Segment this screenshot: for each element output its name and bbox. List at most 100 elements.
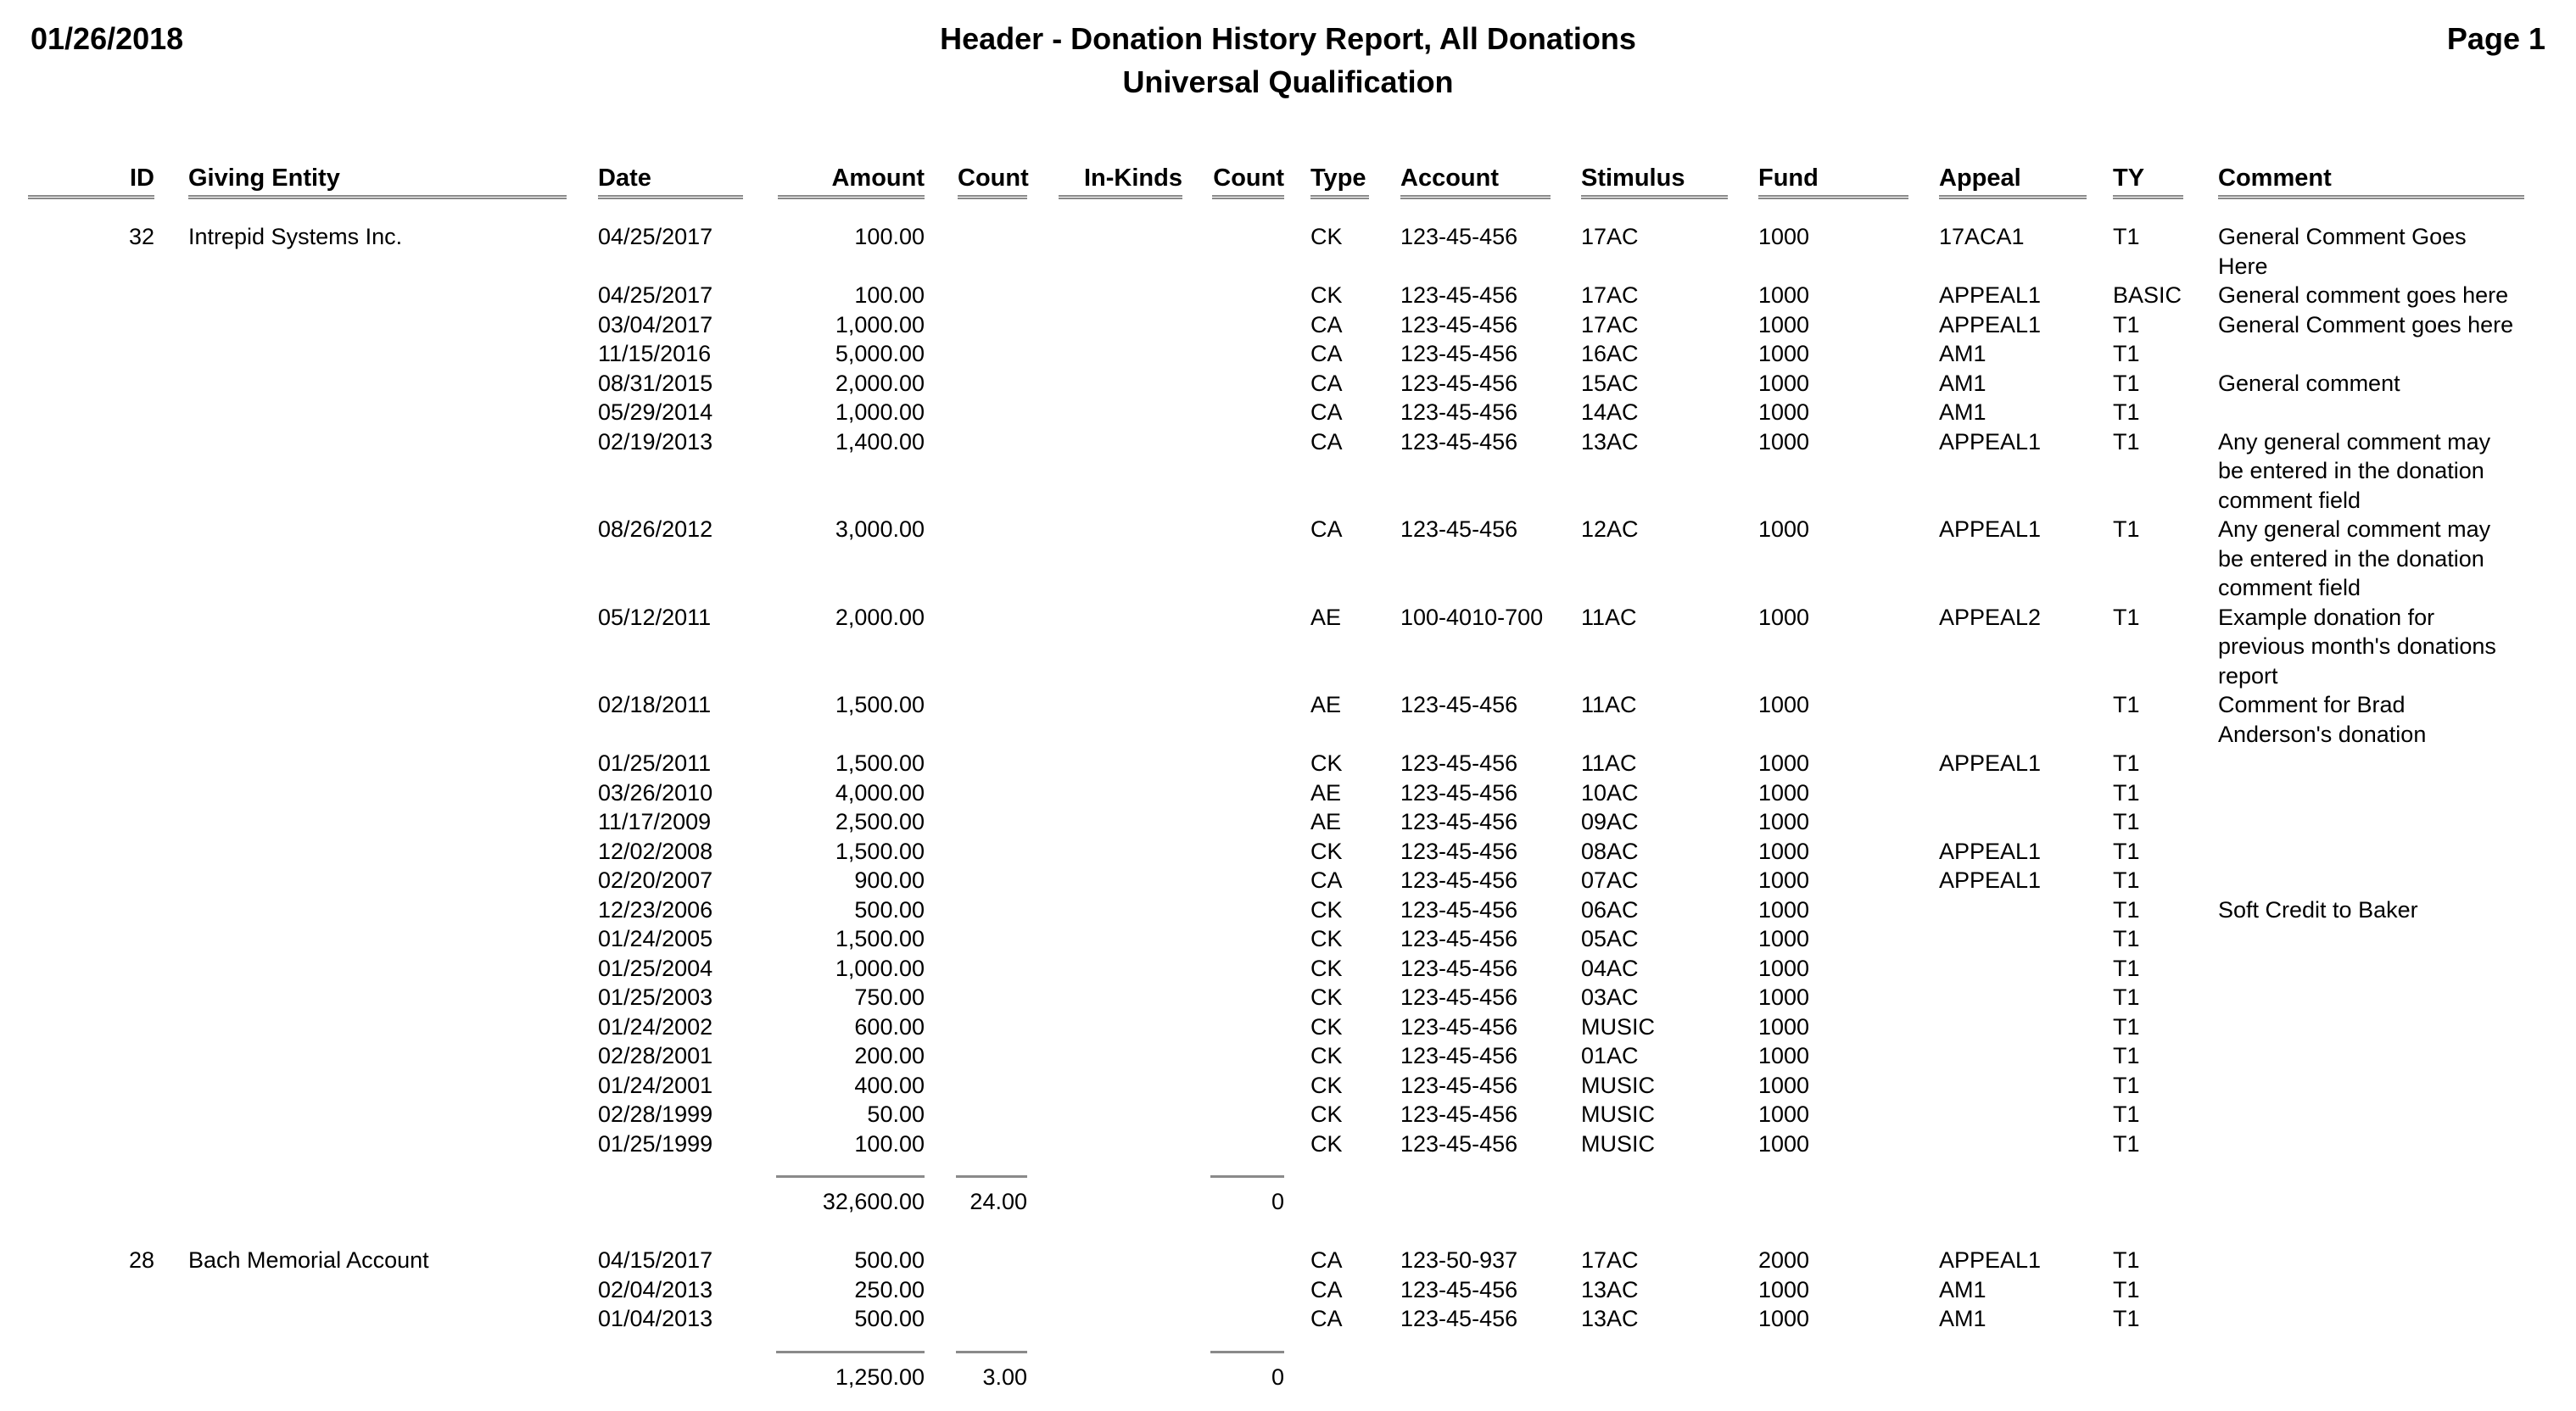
donation-stimulus: MUSIC [1581, 1130, 1655, 1157]
donation-date: 03/04/2017 [598, 311, 713, 337]
column-header-ty-label: TY [2113, 165, 2145, 192]
donation-account: 123-45-456 [1400, 1276, 1518, 1302]
donation-amount: 1,000.00 [835, 399, 925, 425]
donation-account: 123-45-456 [1400, 282, 1518, 308]
donation-ty: T1 [2113, 604, 2140, 630]
donation-account: 123-45-456 [1400, 224, 1518, 249]
donation-type: CK [1310, 1130, 1343, 1157]
subtotal-line-count [956, 1350, 1027, 1353]
donation-comment-line: report [2218, 662, 2278, 689]
column-header-appeal: Appeal [1939, 164, 2087, 199]
donation-appeal: APPEAL1 [1939, 867, 2042, 893]
donation-amount: 1,500.00 [835, 750, 925, 776]
subtotal-line-in-kinds-count [1210, 1350, 1284, 1353]
column-header-amount: Amount [778, 164, 925, 199]
donation-fund: 1000 [1758, 926, 1810, 951]
donation-date: 08/26/2012 [598, 516, 713, 542]
column-header-in-kinds-label: In-Kinds [1084, 165, 1182, 192]
donation-ty: T1 [2113, 341, 2140, 366]
donation-amount: 1,400.00 [835, 428, 925, 455]
donation-stimulus: 17AC [1581, 282, 1639, 308]
donation-fund: 1000 [1758, 370, 1810, 396]
donation-ty: T1 [2113, 955, 2140, 981]
subtotal-count: 24.00 [969, 1189, 1027, 1214]
donation-fund: 1000 [1758, 779, 1810, 806]
subtotal-line-amount [776, 1350, 925, 1353]
donation-type: CA [1310, 428, 1343, 455]
donation-comment-line: General comment [2218, 370, 2400, 396]
donation-date: 01/25/2003 [598, 984, 713, 1010]
donation-date: 01/25/1999 [598, 1130, 713, 1157]
donation-ty: T1 [2113, 1130, 2140, 1157]
column-header-type-label: Type [1310, 165, 1366, 192]
column-header-comment-label: Comment [2218, 165, 2332, 192]
column-header-fund: Fund [1758, 164, 1908, 199]
donation-ty: T1 [2113, 1306, 2140, 1331]
donation-date: 12/02/2008 [598, 838, 713, 864]
donation-fund: 1000 [1758, 1276, 1810, 1302]
donation-comment-line: previous month's donations [2218, 633, 2496, 659]
donation-account: 123-45-456 [1400, 399, 1518, 425]
column-header-date-label: Date [598, 165, 651, 192]
column-header-in-kinds-count-label: Count [1213, 165, 1284, 192]
donation-fund: 1000 [1758, 224, 1810, 249]
column-header-id: ID [28, 164, 154, 199]
donation-account: 123-45-456 [1400, 779, 1518, 806]
donation-account: 123-45-456 [1400, 341, 1518, 366]
donation-type: AE [1310, 692, 1342, 717]
donation-account: 123-45-456 [1400, 955, 1518, 981]
donation-fund: 1000 [1758, 399, 1810, 425]
donation-account: 123-45-456 [1400, 1306, 1518, 1331]
donation-amount: 1,000.00 [835, 955, 925, 981]
donation-type: CK [1310, 896, 1343, 923]
donation-stimulus: MUSIC [1581, 1101, 1655, 1127]
donation-type: CA [1310, 516, 1343, 542]
donation-type: CA [1310, 1247, 1343, 1273]
donation-account: 123-45-456 [1400, 311, 1518, 337]
donation-appeal: APPEAL1 [1939, 282, 2042, 308]
donation-comment-line: Any general comment may [2218, 516, 2491, 542]
column-header-fund-label: Fund [1758, 165, 1819, 192]
donation-ty: T1 [2113, 516, 2140, 542]
donation-fund: 1000 [1758, 1043, 1810, 1068]
column-header-type: Type [1310, 164, 1369, 199]
donation-amount: 250.00 [854, 1276, 925, 1302]
donation-amount: 2,500.00 [835, 809, 925, 834]
donation-fund: 1000 [1758, 692, 1810, 717]
donation-stimulus: 14AC [1581, 399, 1639, 425]
donation-date: 01/24/2002 [598, 1013, 713, 1040]
donation-appeal: APPEAL1 [1939, 311, 2042, 337]
donation-type: CK [1310, 926, 1343, 951]
donation-date: 01/25/2011 [598, 750, 712, 776]
donation-stimulus: 16AC [1581, 341, 1639, 366]
donation-date: 11/17/2009 [598, 809, 712, 834]
donor-id: 28 [128, 1247, 154, 1273]
column-header-count: Count [958, 164, 1029, 199]
donation-appeal: AM1 [1939, 370, 1986, 396]
donation-type: CA [1310, 867, 1343, 893]
donation-account: 123-45-456 [1400, 926, 1518, 951]
donation-amount: 900.00 [854, 867, 925, 893]
donation-fund: 1000 [1758, 1013, 1810, 1040]
column-header-giving-entity: Giving Entity [188, 164, 567, 199]
donation-appeal: AM1 [1939, 399, 1986, 425]
donation-fund: 1000 [1758, 604, 1810, 630]
donation-type: CK [1310, 750, 1343, 776]
donation-fund: 1000 [1758, 955, 1810, 981]
donation-comment-line: comment field [2218, 487, 2361, 513]
donation-account: 123-45-456 [1400, 984, 1518, 1010]
donation-account: 123-45-456 [1400, 692, 1518, 717]
donation-stimulus: 17AC [1581, 1247, 1639, 1273]
donation-date: 01/04/2013 [598, 1306, 713, 1331]
donation-amount: 1,500.00 [835, 926, 925, 951]
donation-date: 01/24/2001 [598, 1072, 713, 1098]
giving-entity: Bach Memorial Account [188, 1247, 429, 1273]
donation-fund: 1000 [1758, 516, 1810, 542]
donation-amount: 200.00 [854, 1043, 925, 1068]
donation-stimulus: 08AC [1581, 838, 1639, 864]
report-title: Header - Donation History Report, All Do… [0, 22, 2576, 56]
donation-stimulus: 06AC [1581, 896, 1639, 923]
donation-fund: 1000 [1758, 1072, 1810, 1098]
subtotal-line-in-kinds-count [1210, 1175, 1284, 1178]
donation-ty: T1 [2113, 779, 2140, 806]
